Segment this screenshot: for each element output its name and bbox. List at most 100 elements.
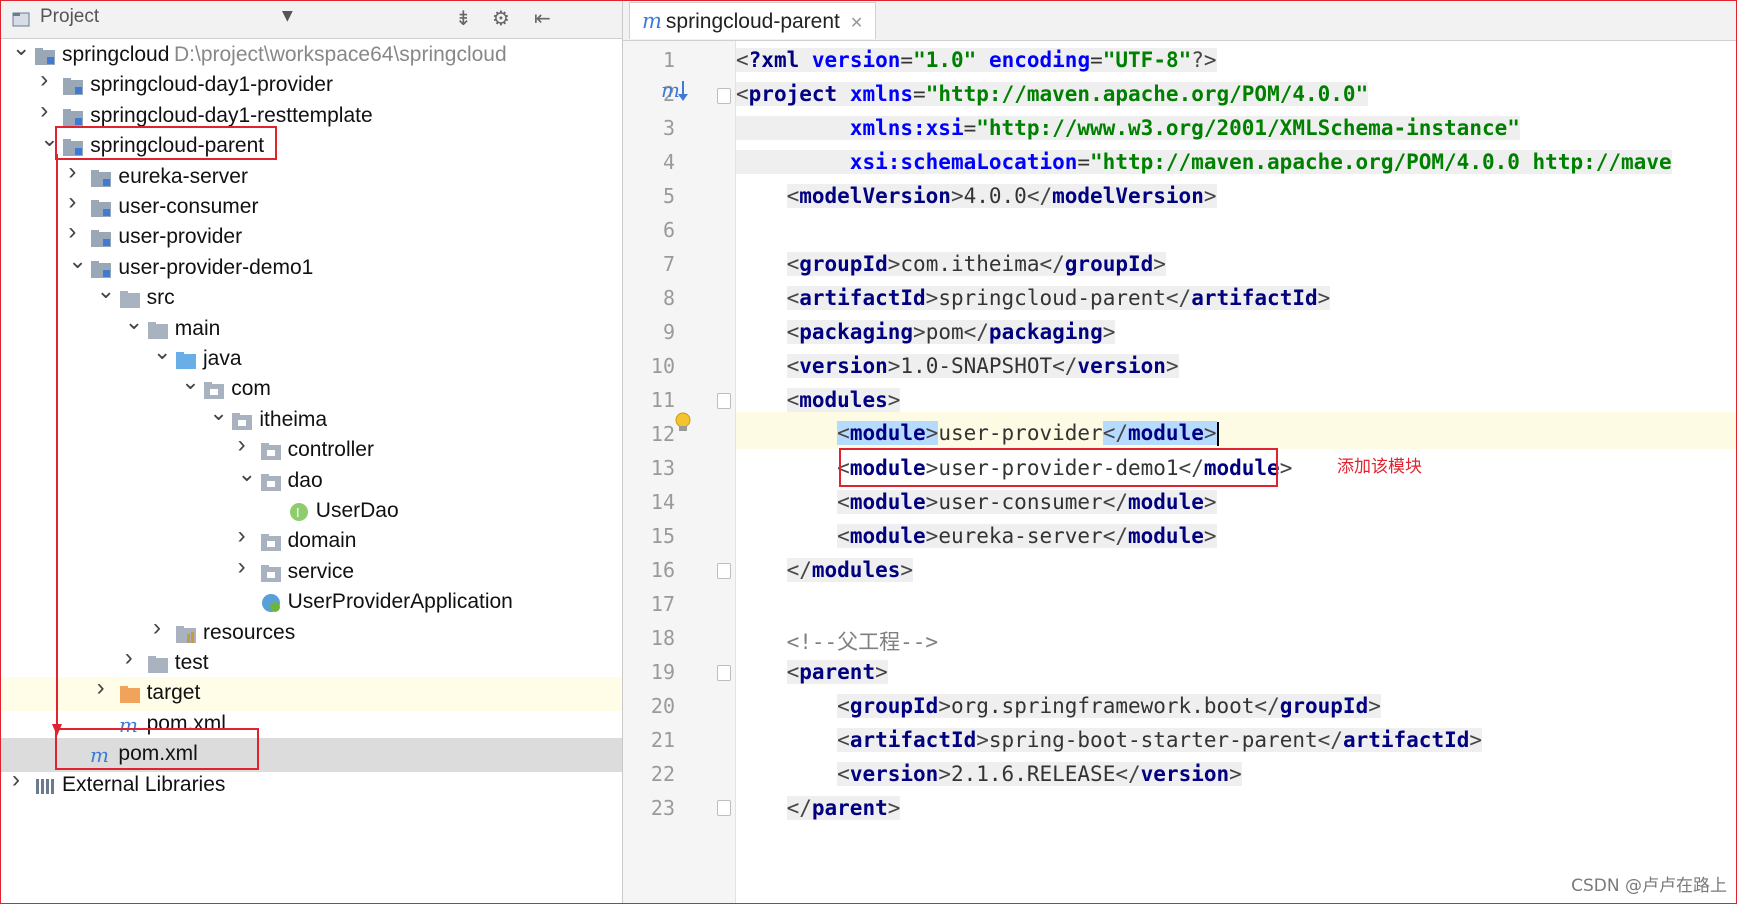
line-number: 19 (650, 660, 675, 684)
chevron-down-icon[interactable]: ⌄ (12, 37, 30, 59)
hide-panel-icon[interactable]: ⇤ (534, 6, 551, 30)
editor-tabbar: m springcloud-parent ✕ (623, 0, 1737, 41)
tree-item-external-libraries[interactable]: › External Libraries (0, 767, 622, 803)
code-line-23: </parent> (786, 796, 901, 820)
tree-item-domain[interactable]: › domain (0, 524, 622, 559)
tree-item-java[interactable]: ⌄ java (0, 341, 622, 377)
line-number: 16 (650, 558, 675, 582)
chevron-right-icon[interactable]: › (238, 524, 254, 548)
folder-icon (119, 291, 140, 309)
package-icon (260, 564, 281, 582)
chevron-right-icon[interactable]: › (125, 646, 141, 670)
tree-item-user-provider-demo1[interactable]: ⌄ user-provider-demo1 (0, 249, 622, 286)
chevron-down-icon[interactable]: ⌄ (125, 310, 143, 332)
collapse-all-icon[interactable]: ⇟ (455, 6, 472, 30)
lightbulb-icon[interactable] (674, 412, 692, 434)
line-number: 3 (662, 116, 675, 140)
fold-marker[interactable] (717, 393, 731, 409)
line-number: 9 (662, 320, 675, 344)
tree-item-label: main (174, 316, 221, 340)
tree-item-src[interactable]: ⌄ src (0, 280, 622, 316)
val-modelversion: 4.0.0 (963, 184, 1027, 208)
chevron-right-icon[interactable]: › (12, 767, 28, 791)
tree-item-label: src (146, 286, 175, 310)
package-icon (260, 443, 281, 461)
tree-item-label: user-provider (118, 225, 243, 249)
tag-modelversion-close: modelVersion (1052, 184, 1204, 208)
tree-item-springcloud-day1-provider[interactable]: › springcloud-day1-provider (0, 68, 622, 103)
code-line-1: <?xml version="1.0" encoding="UTF-8"?> (736, 48, 1217, 72)
package-icon (204, 382, 225, 400)
tree-item-target[interactable]: › target (0, 676, 622, 712)
tree-item-label: springcloud (62, 43, 170, 66)
tree-item-test[interactable]: › test (0, 646, 622, 681)
module-folder-icon (91, 200, 112, 217)
chevron-right-icon[interactable]: › (153, 615, 169, 639)
fold-marker[interactable] (717, 563, 731, 579)
tag-packaging-close: packaging (988, 320, 1103, 344)
val-module-user-provider: user-provider (938, 421, 1103, 445)
line-number: 15 (650, 524, 675, 548)
tree-item-controller[interactable]: › controller (0, 433, 622, 468)
settings-gear-icon[interactable]: ⚙ (492, 6, 510, 30)
val-parent-artifactid: spring-boot-starter-parent (988, 728, 1318, 752)
module-folder-icon (63, 78, 84, 96)
line-number: 11 (650, 388, 675, 412)
tree-item-label: itheima (259, 407, 328, 431)
view-dropdown-icon[interactable]: ▼ (282, 8, 293, 24)
line-number: 1 (662, 48, 675, 72)
tree-item-user-consumer[interactable]: › user-consumer (0, 190, 622, 225)
chevron-down-icon[interactable]: ⌄ (40, 128, 58, 150)
chevron-right-icon[interactable]: › (68, 190, 84, 214)
chevron-down-icon[interactable]: ⌄ (209, 401, 227, 423)
fold-marker[interactable] (717, 88, 731, 104)
chevron-right-icon[interactable]: › (40, 98, 56, 122)
tree-item-user-provider[interactable]: › user-provider (0, 220, 622, 255)
chevron-down-icon[interactable]: ⌄ (238, 462, 256, 484)
package-icon (260, 534, 281, 552)
code-line-19: <parent> (786, 660, 888, 684)
fold-marker[interactable] (717, 665, 731, 681)
close-tab-icon[interactable]: ✕ (850, 15, 863, 32)
chevron-right-icon[interactable]: › (238, 554, 254, 578)
chevron-right-icon[interactable]: › (40, 68, 56, 92)
chevron-down-icon[interactable]: ⌄ (97, 280, 115, 302)
tree-item-com[interactable]: ⌄ com (0, 371, 622, 407)
tree-item-resources[interactable]: › resources (0, 615, 622, 651)
tree-item-itheima[interactable]: ⌄ itheima (0, 401, 622, 438)
tree-item-userproviderapplication[interactable]: UserProviderApplication (0, 586, 622, 620)
code-line-14: <module>user-consumer</module> (837, 490, 1217, 514)
chevron-down-icon[interactable]: ⌄ (153, 341, 171, 363)
code-line-7: <groupId>com.itheima</groupId> (786, 252, 1166, 276)
annotation-arrow (52, 154, 62, 736)
chevron-right-icon[interactable]: › (68, 220, 84, 244)
val-module-user-consumer: user-consumer (938, 490, 1103, 514)
tab-springcloud-parent[interactable]: m springcloud-parent ✕ (629, 2, 877, 39)
code-line-4: xsi:schemaLocation="http://maven.apache.… (736, 144, 1737, 181)
module-folder-icon (91, 169, 112, 187)
spring-boot-class-icon (261, 594, 280, 613)
tree-item-eureka-server[interactable]: › eureka-server (0, 159, 622, 195)
attr-version: version (811, 48, 901, 72)
chevron-right-icon[interactable]: › (97, 676, 113, 700)
tag-packaging-open: packaging (799, 320, 914, 344)
tree-item-service[interactable]: › service (0, 554, 622, 590)
chevron-right-icon[interactable]: › (238, 433, 254, 457)
chevron-right-icon[interactable]: › (68, 159, 84, 183)
tree-item-dao[interactable]: ⌄ dao (0, 462, 622, 499)
project-panel-header: Project ▼ ⇟ ⚙ ⇤ (0, 0, 622, 39)
tree-item-main[interactable]: ⌄ main (0, 310, 622, 347)
folder-icon (147, 656, 168, 673)
chevron-down-icon[interactable]: ⌄ (181, 371, 199, 393)
fold-marker[interactable] (717, 800, 731, 816)
tree-item-springcloud[interactable]: ⌄ springcloud D:\project\workspace64\sprin… (0, 37, 622, 73)
maven-gutter-icon[interactable]: m (661, 78, 691, 104)
tree-item-userdao[interactable]: I UserDao (0, 495, 622, 529)
tag-version-close: version (1140, 762, 1230, 786)
chevron-down-icon[interactable]: ⌄ (68, 249, 86, 271)
line-number: 6 (662, 218, 675, 242)
resources-folder-icon (176, 625, 196, 643)
project-panel-title[interactable]: Project (40, 6, 99, 28)
watermark: CSDN @卢卢在路上 (1571, 876, 1727, 896)
attr-schema-location: xsi:schemaLocation (849, 150, 1078, 174)
